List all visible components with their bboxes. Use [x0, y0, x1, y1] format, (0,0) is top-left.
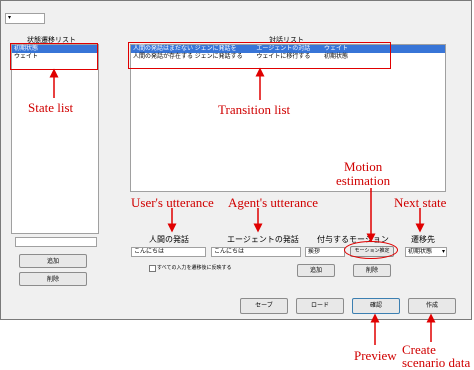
- annotation-arrows: [49, 67, 436, 345]
